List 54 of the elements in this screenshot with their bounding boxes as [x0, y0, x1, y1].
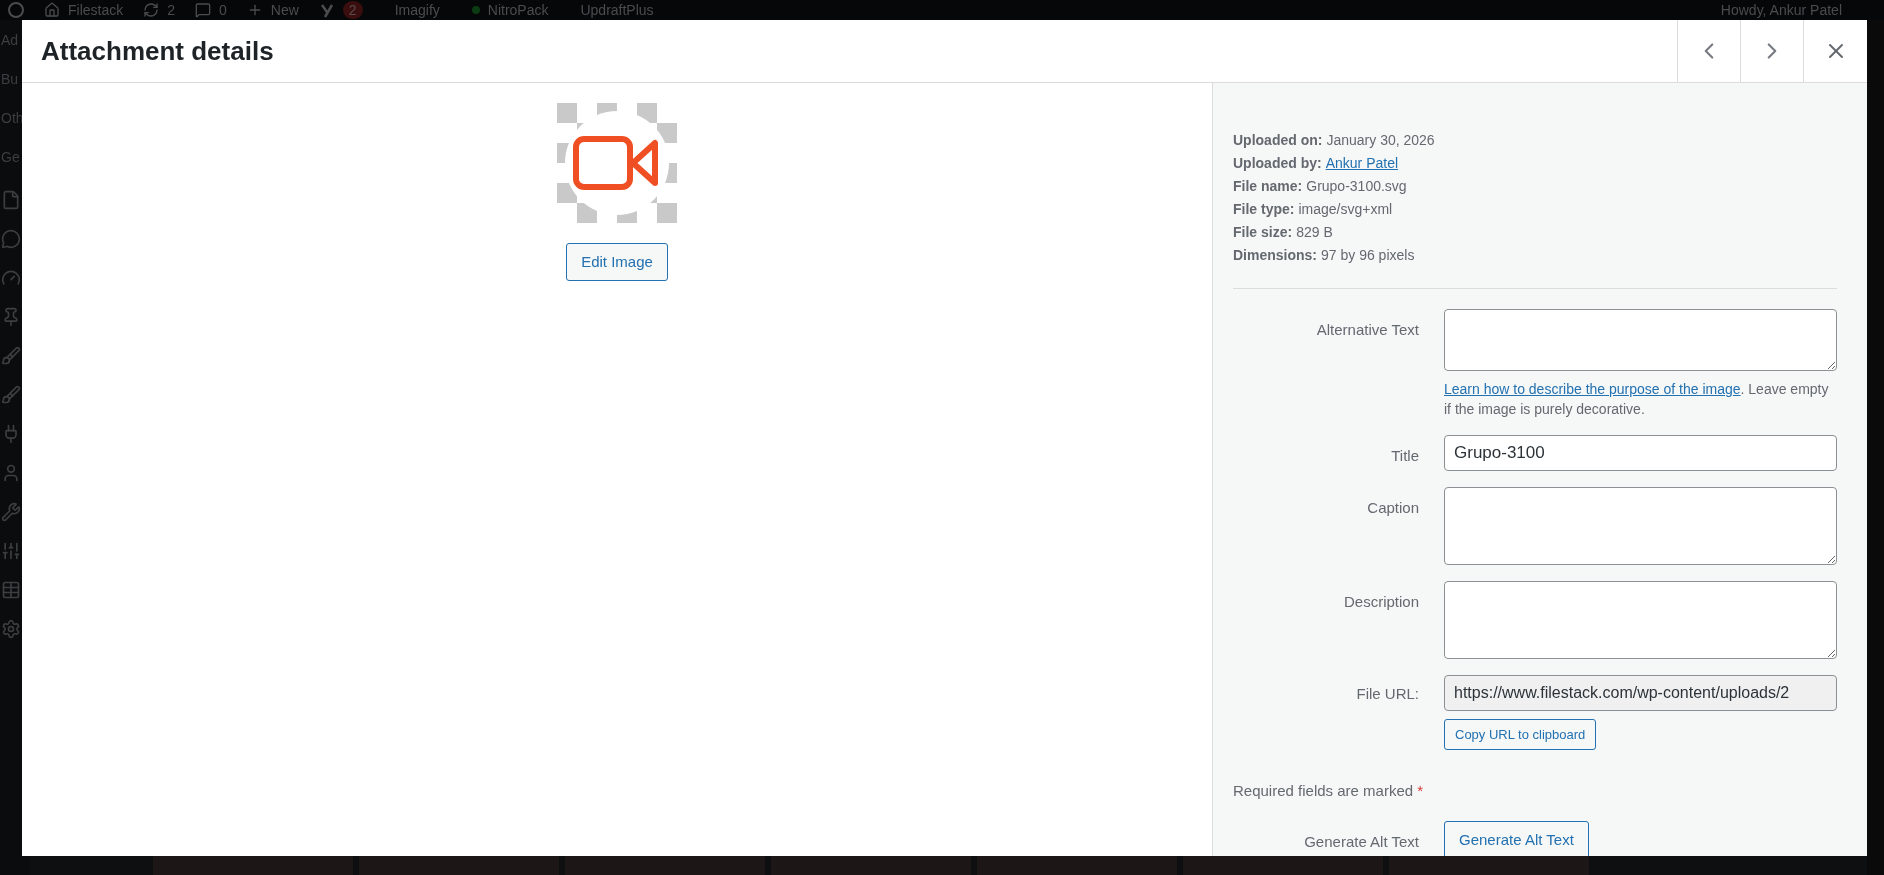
comment-icon[interactable] [195, 2, 212, 18]
help-link[interactable]: Learn how to describe the purpose of the image [1444, 381, 1741, 397]
page-icon[interactable] [1, 190, 21, 210]
file-url-field[interactable]: https://www.filestack.com/wp-content/uploads/2 [1444, 675, 1837, 711]
brush-icon[interactable] [1, 346, 21, 366]
required-note: Required fields are marked * [1233, 781, 1425, 801]
field-label: Title [1390, 446, 1420, 466]
help-text: Learn how to describe the purpose of the image. Leave empty if the image is purely decorative. [1444, 380, 1830, 419]
detail-label: File type: [1233, 200, 1295, 218]
table-icon[interactable] [1, 580, 21, 600]
title-field[interactable]: Grupo-3100 [1444, 435, 1837, 471]
plugin-link[interactable]: UpdraftPlus [580, 3, 654, 17]
sliders-icon[interactable] [1, 541, 21, 561]
detail-label: Uploaded by: [1233, 154, 1322, 172]
notification-badge: 2 [342, 1, 363, 19]
new-link[interactable]: New [270, 3, 299, 17]
field-label: Generate Alt Text [1303, 831, 1420, 852]
edit-image-button[interactable]: Edit Image [566, 243, 668, 281]
field-label: Description [1342, 592, 1420, 612]
pin-icon[interactable] [1, 307, 21, 327]
updates-count[interactable]: 2 [167, 3, 176, 17]
field-label: File URL: [1355, 684, 1420, 704]
copy-url-button[interactable]: Copy URL to clipboard [1444, 719, 1597, 750]
text-area[interactable] [1444, 487, 1837, 565]
wrench-icon[interactable] [1, 502, 21, 522]
detail-value: 829 B [1296, 223, 1333, 241]
text-area[interactable] [1444, 309, 1837, 371]
detail-value: Grupo-3100.svg [1306, 177, 1407, 195]
site-link[interactable]: Filestack [68, 3, 124, 17]
detail-label: Uploaded on: [1233, 131, 1323, 149]
detail-label: Dimensions: [1233, 246, 1317, 264]
refresh-icon[interactable] [143, 2, 160, 18]
detail-value: January 30, 2026 [1326, 131, 1435, 149]
gauge-icon[interactable] [1, 268, 21, 288]
y-logo-icon[interactable] [318, 2, 335, 18]
detail-value: 97 by 96 pixels [1321, 246, 1415, 264]
field-label: Caption [1366, 498, 1420, 518]
settings-icon[interactable] [1, 619, 21, 639]
plugin-link[interactable]: Imagify [394, 3, 440, 17]
user-icon[interactable] [1, 463, 21, 483]
field-label: Alternative Text [1315, 320, 1420, 340]
detail-value: image/svg+xml [1298, 200, 1393, 218]
greeting-link[interactable]: Howdy, Ankur Patel [1720, 3, 1842, 17]
uploader-link[interactable]: Ankur Patel [1325, 154, 1399, 172]
paint-icon[interactable] [1, 385, 21, 405]
home-icon[interactable] [44, 2, 60, 18]
detail-label: File size: [1233, 223, 1293, 241]
modal-title: Attachment details [40, 34, 274, 68]
text-area[interactable] [1444, 581, 1837, 659]
comment-icon[interactable] [1, 229, 21, 249]
comments-count[interactable]: 0 [219, 3, 227, 17]
plugin-link[interactable]: NitroPack [487, 3, 549, 17]
generate-alt-text-button[interactable]: Generate Alt Text [1444, 820, 1589, 856]
detail-label: File name: [1233, 177, 1303, 195]
